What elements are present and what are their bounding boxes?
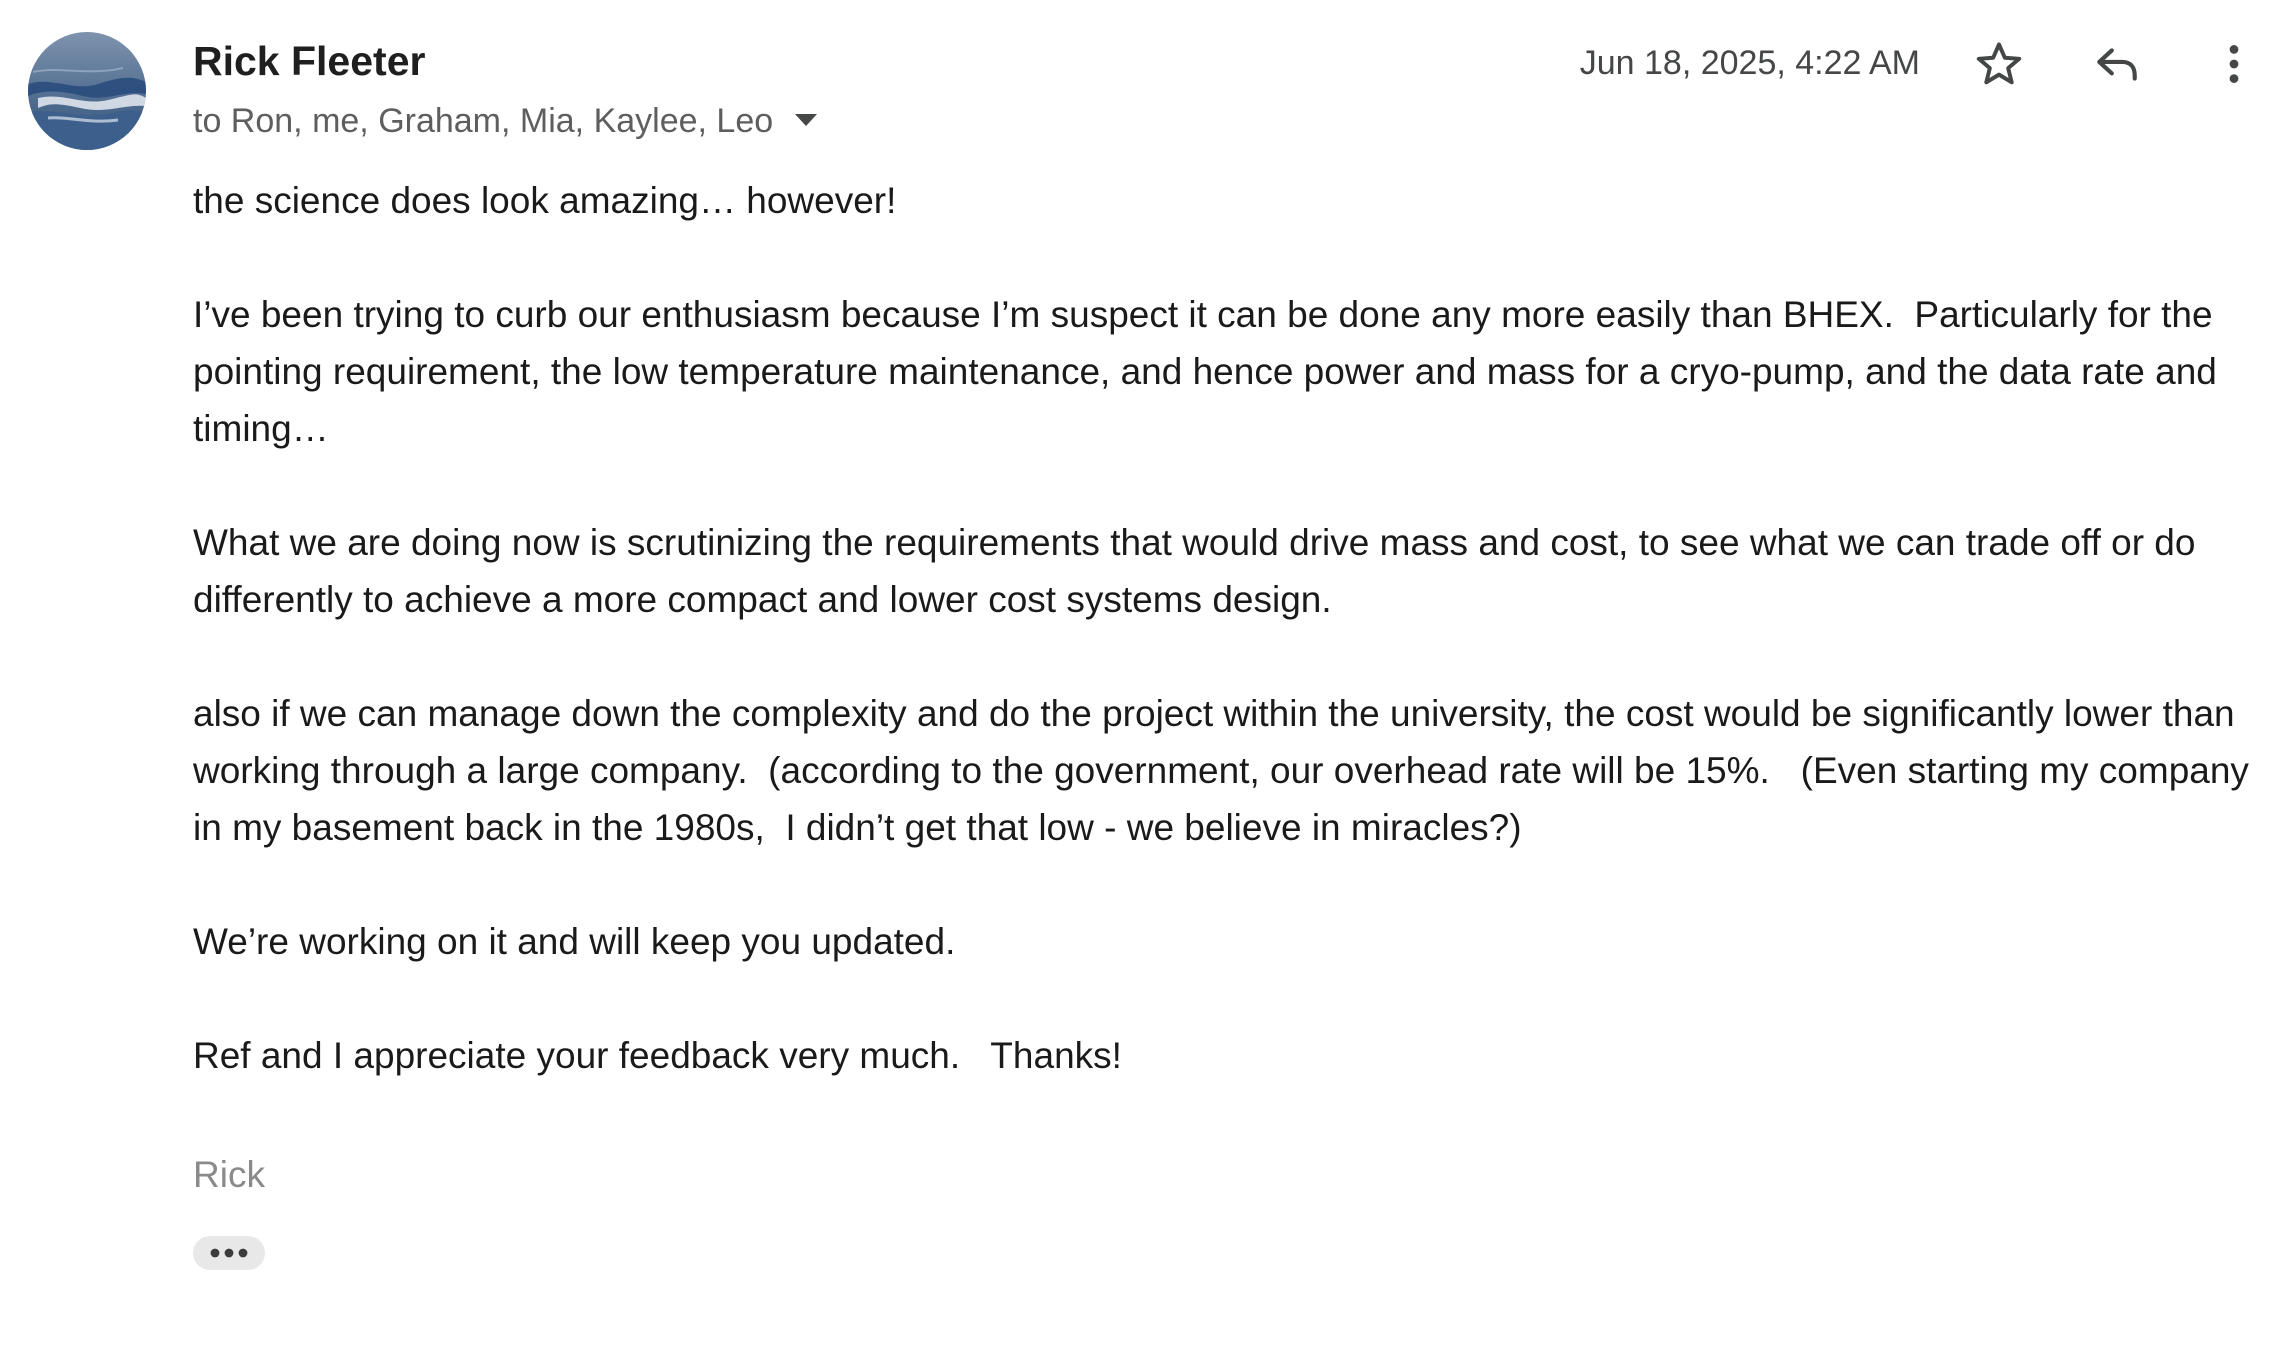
sender-name[interactable]: Rick Fleeter — [193, 36, 425, 86]
recipients-row: to Ron, me, Graham, Mia, Kaylee, Leo — [193, 96, 823, 146]
body-paragraph: also if we can manage down the complexit… — [193, 693, 2260, 848]
star-icon — [1976, 42, 2022, 85]
show-trimmed-content-button[interactable] — [193, 1236, 265, 1270]
reply-button[interactable] — [2087, 34, 2147, 94]
message-date: Jun 18, 2025, 4:22 AM — [1579, 44, 1920, 82]
recipients-list: to Ron, me, Graham, Mia, Kaylee, Leo — [193, 101, 774, 140]
body-paragraph: Ref and I appreciate your feedback very … — [193, 1035, 1122, 1076]
star-button[interactable] — [1969, 34, 2029, 94]
avatar-photo — [28, 32, 146, 150]
sender-avatar[interactable] — [28, 32, 146, 150]
body-paragraph: I’ve been trying to curb our enthusiasm … — [193, 294, 2228, 449]
more-vert-icon — [2229, 45, 2239, 83]
caret-down-icon — [795, 114, 818, 126]
body-paragraph: What we are doing now is scrutinizing th… — [193, 522, 2206, 620]
more-options-button[interactable] — [2204, 34, 2264, 94]
more-horiz-icon — [210, 1248, 248, 1258]
show-details-button[interactable] — [789, 104, 823, 138]
reply-icon — [2097, 48, 2137, 81]
message-body: the science does look amazing… however! … — [193, 172, 2273, 1141]
email-message: Rick Fleeter to Ron, me, Graham, Mia, Ka… — [0, 0, 2287, 1350]
body-paragraph: We’re working on it and will keep you up… — [193, 921, 956, 962]
body-paragraph: the science does look amazing… however! — [193, 180, 897, 221]
signature: Rick — [193, 1154, 265, 1195]
